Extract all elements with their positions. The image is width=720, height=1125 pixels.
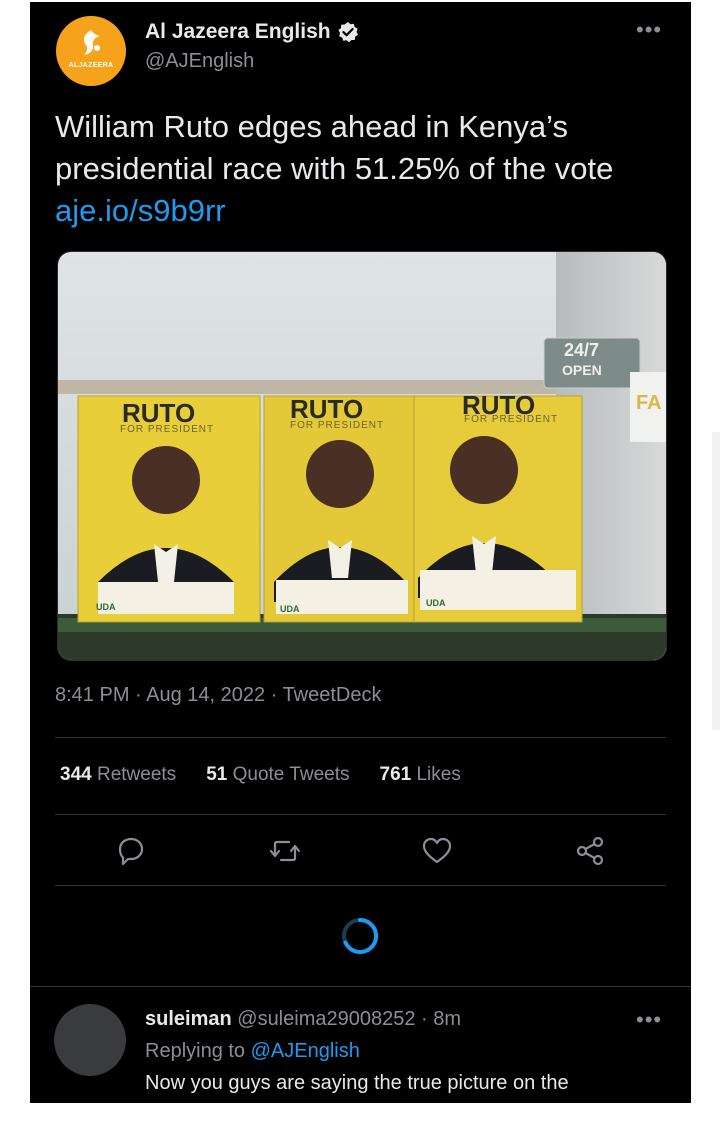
poster-1-party: UDA	[96, 602, 116, 612]
aljazeera-logo-icon	[83, 30, 100, 55]
reply-author-name[interactable]: suleiman	[145, 1008, 232, 1030]
verified-badge-icon	[337, 22, 358, 43]
poster-3	[413, 395, 583, 623]
reply-handle-time[interactable]: @suleima29008252 · 8m	[232, 1008, 461, 1030]
poster-1-tagline: FOR PRESIDENT	[120, 424, 215, 435]
shop-sign-bottom: OPEN	[562, 362, 602, 378]
reply-header: suleiman @suleima29008252 · 8m	[145, 1008, 461, 1031]
author-handle[interactable]: @AJEnglish	[145, 50, 254, 73]
loading-spinner-icon	[342, 917, 379, 954]
share-icon[interactable]	[573, 834, 607, 868]
reply-author-avatar[interactable]	[54, 1004, 126, 1076]
poster-2-party: UDA	[280, 604, 300, 614]
likes-stat[interactable]: 761 Likes	[380, 764, 461, 786]
shop-sign-side: FA	[636, 392, 662, 414]
author-name[interactable]: Al Jazeera English	[145, 20, 331, 44]
poster-2-tagline: FOR PRESIDENT	[290, 420, 385, 431]
tweet-detail-screen: ALJAZEERA Al Jazeera English @AJEnglish …	[30, 2, 691, 1103]
tweet-source[interactable]: TweetDeck	[283, 684, 382, 706]
divider	[55, 885, 666, 886]
tweet-body: William Ruto edges ahead in Kenya’s pres…	[55, 106, 655, 232]
reply-icon[interactable]	[114, 834, 148, 868]
replying-to-label: Replying to	[145, 1040, 251, 1062]
tweet-meta: 8:41 PM · Aug 14, 2022 · TweetDeck	[55, 684, 382, 707]
quote-tweets-stat[interactable]: 51 Quote Tweets	[206, 764, 349, 786]
tweet-text: William Ruto edges ahead in Kenya’s pres…	[55, 109, 614, 186]
more-options-icon[interactable]: •••	[636, 17, 662, 43]
poster-3-party: UDA	[426, 598, 446, 608]
divider	[55, 737, 666, 738]
author-name-row[interactable]: Al Jazeera English	[145, 20, 359, 44]
reply-divider	[30, 986, 691, 987]
campaign-posters-photo	[58, 252, 666, 660]
tweet-timestamp[interactable]: 8:41 PM · Aug 14, 2022 ·	[55, 684, 283, 706]
replying-to: Replying to @AJEnglish	[145, 1040, 360, 1063]
poster-3-tagline: FOR PRESIDENT	[464, 414, 559, 425]
divider	[55, 814, 666, 815]
replying-to-handle[interactable]: @AJEnglish	[251, 1040, 360, 1062]
retweets-stat[interactable]: 344 Retweets	[60, 764, 176, 786]
engagement-stats: 344 Retweets 51 Quote Tweets 761 Likes	[60, 764, 461, 786]
tweet-photo[interactable]: RUTO FOR PRESIDENT RUTO FOR PRESIDENT RU…	[57, 251, 667, 661]
author-avatar[interactable]: ALJAZEERA	[56, 16, 126, 86]
like-icon[interactable]	[420, 834, 454, 868]
reply-more-options-icon[interactable]: •••	[636, 1007, 662, 1033]
shop-sign-top: 24/7	[564, 340, 600, 360]
tweet-link[interactable]: aje.io/s9b9rr	[55, 193, 226, 228]
background-panel-edge	[712, 432, 720, 730]
reply-text: Now you guys are saying the true picture…	[145, 1072, 569, 1094]
avatar-brand-text: ALJAZEERA	[68, 62, 114, 69]
retweet-icon[interactable]	[268, 834, 302, 868]
